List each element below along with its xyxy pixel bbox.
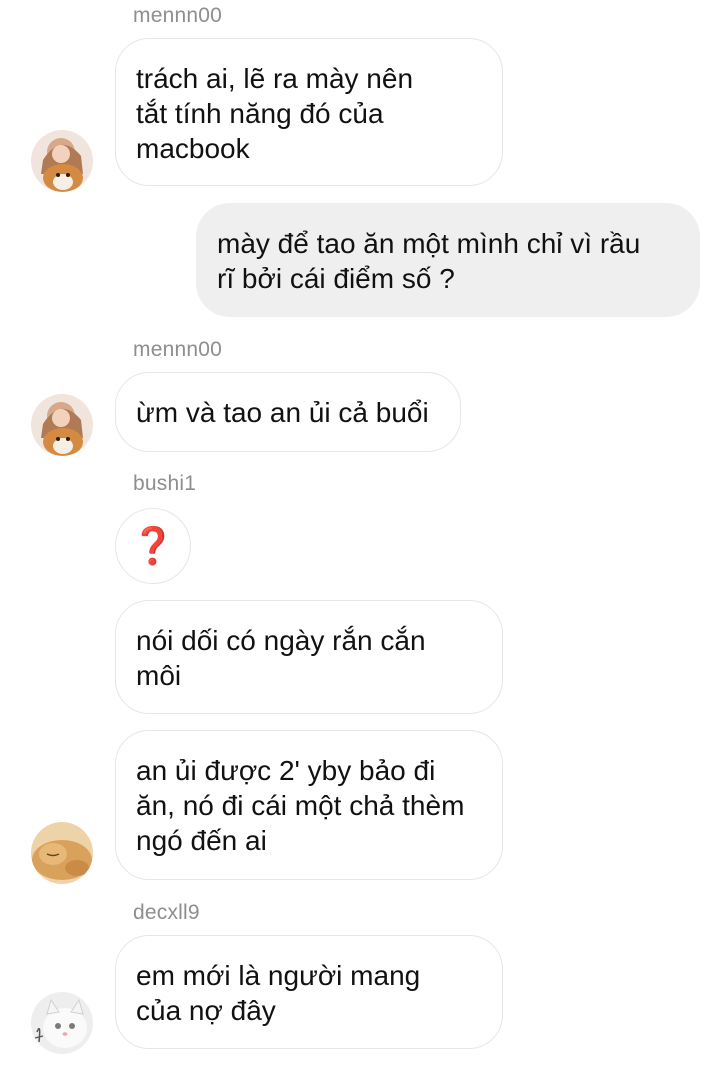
sender-username[interactable]: mennn00: [133, 338, 222, 362]
incoming-message-bubble[interactable]: em mới là người mang của nợ đây: [115, 935, 503, 1049]
incoming-message-bubble[interactable]: nói dối có ngày rắn cắn môi: [115, 600, 503, 714]
sender-username[interactable]: mennn00: [133, 4, 222, 28]
girl-with-dog-avatar-image: [31, 394, 93, 456]
incoming-message-bubble[interactable]: an ủi được 2' yby bảo đi ăn, nó đi cái m…: [115, 730, 503, 880]
cat-avatar-image: [31, 992, 93, 1054]
incoming-message-bubble[interactable]: ừm và tao an ủi cả buổi: [115, 372, 461, 452]
avatar[interactable]: [31, 394, 93, 456]
sender-username[interactable]: bushi1: [133, 472, 196, 496]
incoming-message-bubble[interactable]: trách ai, lẽ ra mày nên tắt tính năng đó…: [115, 38, 503, 186]
question-mark-emoji-message[interactable]: ❓: [115, 508, 191, 584]
avatar[interactable]: [31, 130, 93, 192]
girl-with-dog-avatar-image: [31, 130, 93, 192]
sleeping-dog-avatar-image: [31, 822, 93, 884]
avatar[interactable]: [31, 992, 93, 1054]
avatar[interactable]: [31, 822, 93, 884]
outgoing-message-bubble[interactable]: mày để tao ăn một mình chỉ vì rầu rĩ bởi…: [196, 203, 700, 317]
sender-username[interactable]: decxll9: [133, 901, 200, 925]
